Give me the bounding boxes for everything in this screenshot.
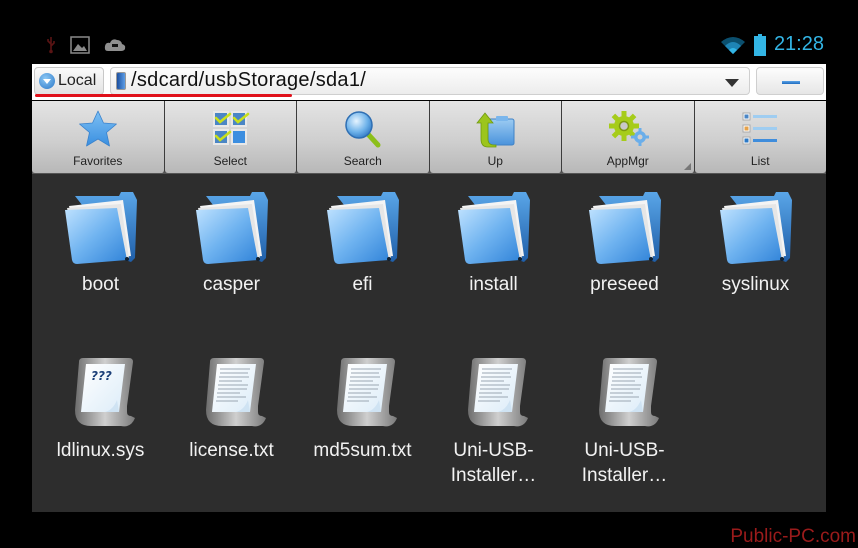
file-name: boot	[82, 274, 119, 295]
collapse-button[interactable]	[756, 67, 824, 95]
file-name: Uni-USB- Installer…	[581, 440, 668, 486]
gears-icon	[608, 111, 649, 146]
favorites-label: Favorites	[73, 154, 123, 168]
file-name: syslinux	[721, 274, 790, 295]
file-name: casper	[202, 274, 261, 295]
list-view-icon	[742, 112, 778, 145]
favorites-button[interactable]: Favorites	[32, 101, 165, 173]
file-grid: boot casper efi install preseed syslinux…	[35, 184, 821, 502]
search-label: Search	[343, 154, 382, 168]
search-button[interactable]: Search	[297, 101, 430, 173]
magnifier-icon	[345, 111, 381, 148]
folder-icon	[192, 188, 272, 268]
list-view-button[interactable]: List	[694, 101, 826, 173]
file-name: efi	[352, 274, 373, 295]
list-label: List	[750, 154, 770, 168]
file-name: md5sum.txt	[313, 440, 412, 461]
folder-item[interactable]: preseed	[559, 184, 690, 336]
usb-icon	[47, 37, 55, 54]
file-name: install	[469, 274, 518, 295]
select-button[interactable]: Select	[164, 101, 297, 173]
path-bar: Local /sdcard/usbStorage/sda1/	[32, 64, 826, 100]
current-path: /sdcard/usbStorage/sda1/	[131, 69, 367, 91]
file-browser-content: boot casper efi install preseed syslinux…	[32, 174, 826, 512]
system-indicators: 21:28	[720, 33, 824, 56]
file-name: Uni-USB- Installer…	[450, 440, 537, 486]
unknown-file-icon	[61, 354, 141, 434]
image-icon	[70, 36, 90, 54]
multi-select-icon	[213, 111, 250, 145]
status-bar: 21:28	[32, 30, 826, 62]
phone-storage-icon	[116, 72, 126, 90]
notification-icons	[46, 36, 126, 54]
submenu-corner-indicator-icon	[683, 163, 691, 170]
folder-icon	[585, 188, 665, 268]
minus-icon	[782, 81, 800, 84]
text-file-icon	[585, 354, 665, 434]
appmgr-button[interactable]: AppMgr	[562, 101, 695, 173]
wifi-icon	[720, 36, 745, 54]
path-highlight-underline	[35, 94, 292, 97]
path-dropdown-arrow-icon[interactable]	[725, 79, 739, 87]
file-item[interactable]: Uni-USB- Installer…	[559, 350, 690, 502]
folder-icon	[454, 188, 534, 268]
dropdown-circle-icon	[39, 73, 55, 89]
cloud-icon	[104, 39, 126, 51]
folder-icon	[323, 188, 403, 268]
file-name: preseed	[590, 274, 659, 295]
up-button[interactable]: Up	[429, 101, 562, 173]
appmgr-label: AppMgr	[606, 154, 649, 168]
star-icon	[78, 110, 117, 147]
folder-icon	[61, 188, 141, 268]
folder-item[interactable]: syslinux	[690, 184, 821, 336]
local-location-label: Local	[58, 72, 97, 89]
folder-icon	[716, 188, 796, 268]
file-item[interactable]: license.txt	[166, 350, 297, 502]
up-label: Up	[487, 154, 503, 168]
folder-item[interactable]: efi	[297, 184, 428, 336]
file-item[interactable]: Uni-USB- Installer…	[428, 350, 559, 502]
folder-item[interactable]: boot	[35, 184, 166, 336]
folder-item[interactable]: install	[428, 184, 559, 336]
text-file-icon	[454, 354, 534, 434]
select-label: Select	[213, 154, 247, 168]
text-file-icon	[192, 354, 272, 434]
battery-icon	[753, 33, 766, 56]
file-name: ldlinux.sys	[56, 440, 145, 461]
path-field[interactable]: /sdcard/usbStorage/sda1/	[110, 67, 750, 95]
folder-item[interactable]: casper	[166, 184, 297, 336]
file-name: license.txt	[189, 440, 274, 461]
file-item[interactable]: md5sum.txt	[297, 350, 428, 502]
text-file-icon	[323, 354, 403, 434]
folder-up-icon	[476, 112, 515, 148]
local-location-button[interactable]: Local	[34, 67, 104, 95]
toolbar: Favorites Select Search Up AppMgr List	[32, 101, 826, 174]
clock: 21:28	[773, 33, 824, 55]
file-item[interactable]: ldlinux.sys	[35, 350, 166, 502]
